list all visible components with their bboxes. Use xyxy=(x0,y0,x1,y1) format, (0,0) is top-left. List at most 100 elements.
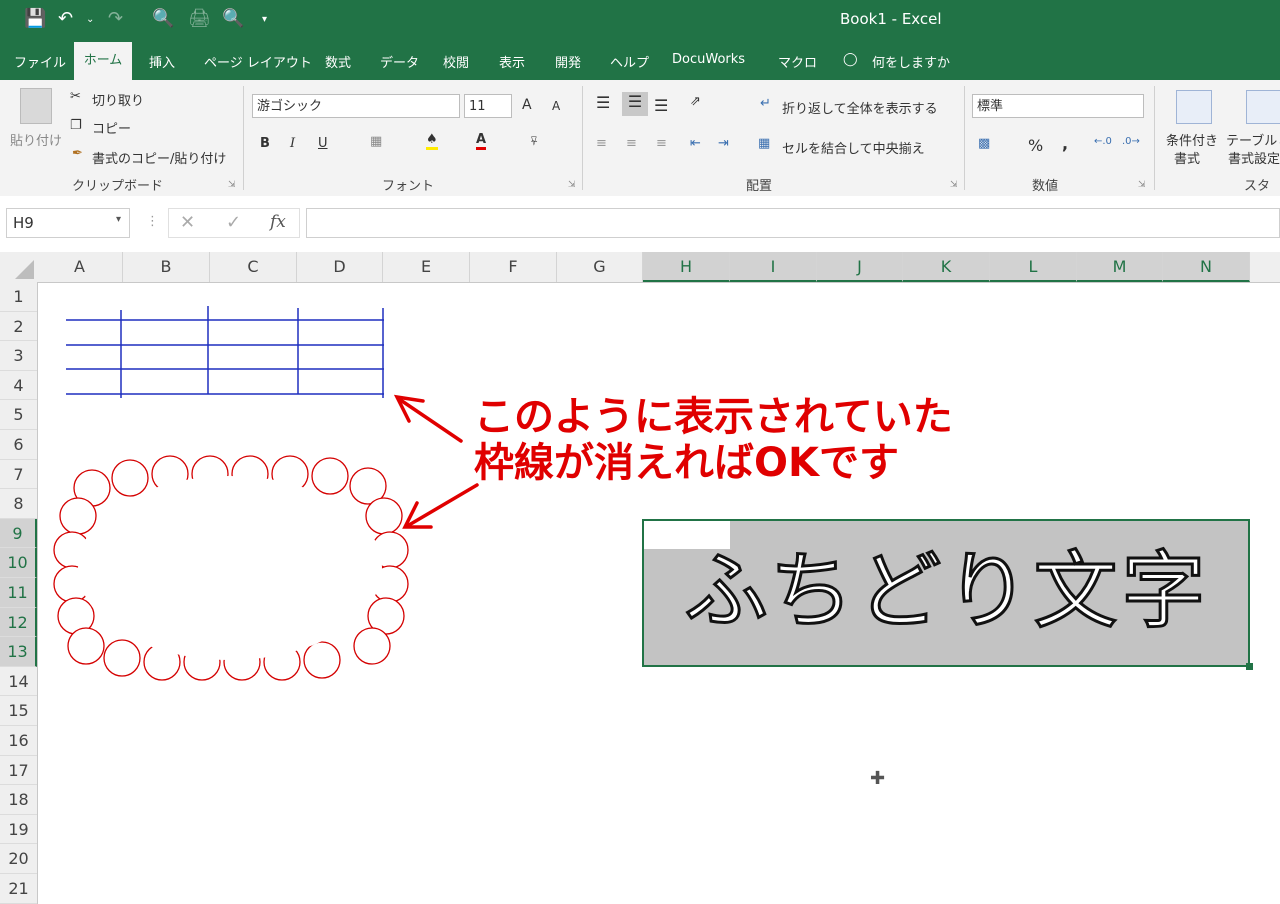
paste-button[interactable]: 貼り付け xyxy=(10,130,62,149)
format-painter-button[interactable]: 書式のコピー/貼り付け xyxy=(92,148,226,167)
namebox-dropdown-icon[interactable]: ▾ xyxy=(116,214,121,225)
row-header[interactable]: 4 xyxy=(0,371,37,401)
align-left-icon[interactable]: ≡ xyxy=(596,136,607,151)
col-header-b[interactable]: B xyxy=(123,252,210,282)
col-header-f[interactable]: F xyxy=(470,252,557,282)
row-header[interactable]: 15 xyxy=(0,696,37,726)
tell-me-box[interactable]: 何をしますか xyxy=(872,52,950,71)
percent-button[interactable]: % xyxy=(1028,136,1043,155)
col-header-e[interactable]: E xyxy=(383,252,470,282)
table-format-button[interactable]: テーブルと xyxy=(1226,130,1280,149)
row-header[interactable]: 11 xyxy=(0,578,37,608)
row-header[interactable]: 8 xyxy=(0,489,37,519)
row-header[interactable]: 19 xyxy=(0,815,37,845)
cut-button[interactable]: 切り取り xyxy=(92,90,144,109)
decrease-indent-icon[interactable]: ⇤ xyxy=(690,136,701,151)
tab-insert[interactable]: 挿入 xyxy=(149,52,175,71)
tab-formulas[interactable]: 数式 xyxy=(325,52,351,71)
row-header[interactable]: 12 xyxy=(0,607,37,638)
name-box[interactable]: H9 xyxy=(6,208,130,238)
resize-handle[interactable] xyxy=(1246,663,1253,670)
wrap-text-button[interactable]: 折り返して全体を表示する xyxy=(782,98,938,117)
redo-icon[interactable]: ↷ xyxy=(108,8,123,29)
save-icon[interactable]: 💾 xyxy=(24,8,46,29)
italic-button[interactable]: I xyxy=(290,136,295,151)
row-header[interactable]: 2 xyxy=(0,312,37,342)
copy-button[interactable]: コピー xyxy=(92,118,131,137)
table-format-icon[interactable] xyxy=(1246,90,1280,124)
row-header[interactable]: 7 xyxy=(0,460,37,490)
increase-decimal-icon[interactable]: ←.0 xyxy=(1094,136,1112,147)
select-all-button[interactable] xyxy=(0,252,37,282)
alignment-launcher-icon[interactable]: ⇲ xyxy=(950,180,958,190)
col-header-a[interactable]: A xyxy=(37,252,123,282)
tab-view[interactable]: 表示 xyxy=(499,52,525,71)
comma-button[interactable]: , xyxy=(1062,134,1068,153)
number-launcher-icon[interactable]: ⇲ xyxy=(1138,180,1146,190)
row-header[interactable]: 6 xyxy=(0,430,37,460)
row-header[interactable]: 17 xyxy=(0,756,37,786)
col-header-l[interactable]: L xyxy=(990,252,1077,282)
underline-button[interactable]: U xyxy=(318,136,328,151)
borders-icon[interactable]: ▦ xyxy=(370,134,382,149)
font-color-button[interactable]: A xyxy=(476,132,487,150)
merge-center-button[interactable]: セルを結合して中央揃え xyxy=(782,138,925,157)
tab-developer[interactable]: 開発 xyxy=(555,52,581,71)
col-header-j[interactable]: J xyxy=(817,252,903,282)
row-header[interactable]: 21 xyxy=(0,874,37,904)
tab-file[interactable]: ファイル xyxy=(14,52,66,71)
col-header-c[interactable]: C xyxy=(210,252,297,282)
col-header-m[interactable]: M xyxy=(1077,252,1163,282)
undo-icon[interactable]: ↶ xyxy=(58,8,73,29)
clipboard-launcher-icon[interactable]: ⇲ xyxy=(228,180,236,190)
orientation-icon[interactable]: ⇗ xyxy=(690,94,701,109)
cancel-icon[interactable]: ✕ xyxy=(180,212,195,233)
cloud-shape[interactable] xyxy=(50,450,410,690)
row-header[interactable]: 10 xyxy=(0,548,37,578)
row-header[interactable]: 9 xyxy=(0,518,37,549)
row-header[interactable]: 13 xyxy=(0,637,37,667)
align-right-icon[interactable]: ≡ xyxy=(656,136,667,151)
row-header[interactable]: 20 xyxy=(0,844,37,874)
tab-page-layout[interactable]: ページ レイアウト xyxy=(204,52,312,71)
wordart-textbox[interactable]: ふちどり文字 xyxy=(642,519,1253,670)
row-header[interactable]: 5 xyxy=(0,400,37,430)
align-bottom-icon[interactable]: ☰ xyxy=(654,96,668,115)
align-middle-icon[interactable]: ☰ xyxy=(622,92,648,116)
col-header-k[interactable]: K xyxy=(903,252,990,282)
undo-dropdown-icon[interactable]: ⌄ xyxy=(86,14,94,25)
tab-review[interactable]: 校閲 xyxy=(443,52,469,71)
tab-help[interactable]: ヘルプ xyxy=(610,52,649,71)
fill-color-icon[interactable]: ♠ xyxy=(426,132,438,150)
currency-icon[interactable]: ▩ xyxy=(978,136,990,151)
conditional-format-icon[interactable] xyxy=(1176,90,1212,124)
col-header-g[interactable]: G xyxy=(557,252,643,282)
tab-docuworks[interactable]: DocuWorks xyxy=(672,52,745,67)
formula-input[interactable] xyxy=(306,208,1280,238)
row-header[interactable]: 14 xyxy=(0,667,37,697)
font-launcher-icon[interactable]: ⇲ xyxy=(568,180,576,190)
enter-icon[interactable]: ✓ xyxy=(226,212,241,233)
preview-icon[interactable]: 🔍 xyxy=(222,8,244,29)
row-header[interactable]: 16 xyxy=(0,726,37,756)
print-icon[interactable]: 🖨 xyxy=(188,8,211,29)
col-header-d[interactable]: D xyxy=(297,252,383,282)
insert-function-button[interactable]: fx xyxy=(270,212,286,232)
phonetic-icon[interactable]: ⍫ xyxy=(530,134,538,149)
tab-macro[interactable]: マクロ xyxy=(778,52,817,71)
decrease-decimal-icon[interactable]: .0→ xyxy=(1122,136,1140,147)
customize-qat-icon[interactable]: ▾ xyxy=(262,14,267,25)
align-top-icon[interactable]: ☰ xyxy=(596,93,610,112)
increase-indent-icon[interactable]: ⇥ xyxy=(718,136,729,151)
align-center-icon[interactable]: ≡ xyxy=(626,136,637,151)
font-name-select[interactable]: 游ゴシック xyxy=(252,94,460,118)
row-header[interactable]: 1 xyxy=(0,282,37,312)
tab-home[interactable]: ホーム xyxy=(74,42,132,80)
row-header[interactable]: 3 xyxy=(0,341,37,371)
conditional-format-button[interactable]: 条件付き xyxy=(1166,130,1218,149)
font-size-select[interactable]: 11 xyxy=(464,94,512,118)
shrink-font-button[interactable]: A xyxy=(552,99,560,113)
row-header[interactable]: 18 xyxy=(0,785,37,815)
bold-button[interactable]: B xyxy=(260,136,270,151)
print-preview-icon[interactable]: 🔍 xyxy=(152,8,174,29)
